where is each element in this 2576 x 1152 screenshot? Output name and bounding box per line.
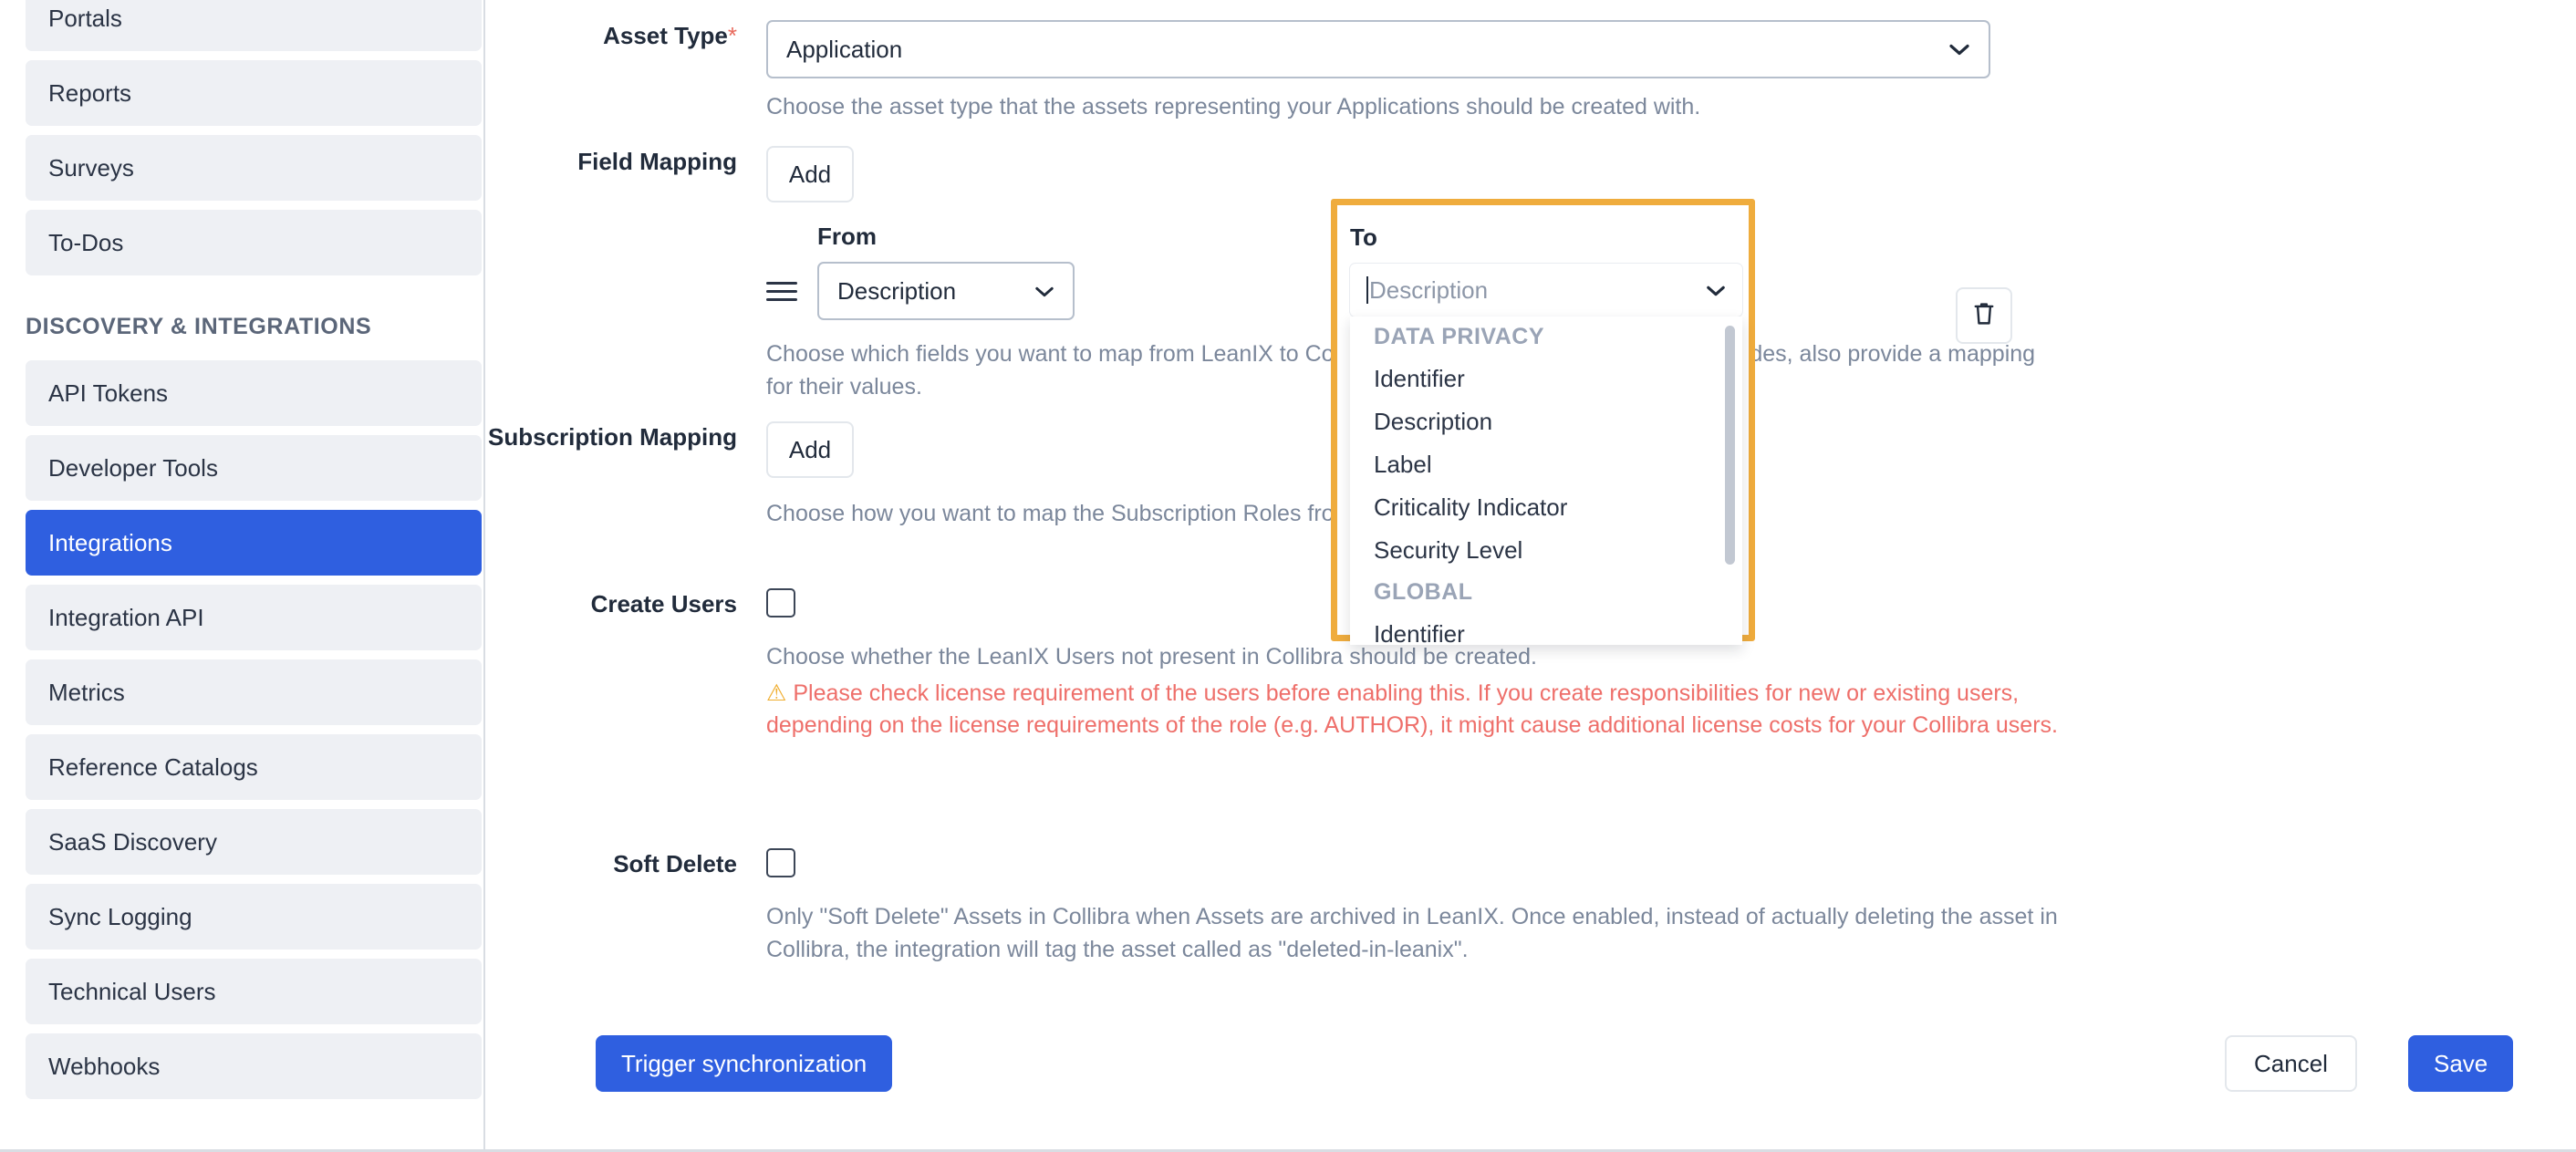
sidebar-item-portals[interactable]: Portals <box>26 0 482 51</box>
sidebar-item-metrics[interactable]: Metrics <box>26 659 482 725</box>
option-item[interactable]: Security Level <box>1350 529 1742 572</box>
create-users-helper: Choose whether the LeanIX Users not pres… <box>766 644 1537 669</box>
field-asset-type: Asset Type* Application Choose the asset… <box>485 20 2043 124</box>
sidebar-item-label: Reference Catalogs <box>48 752 258 781</box>
sidebar-item-label: SaaS Discovery <box>48 827 217 856</box>
sidebar-item-to-dos[interactable]: To-Dos <box>26 210 482 275</box>
field-mapping-add-button[interactable]: Add <box>766 146 854 202</box>
trash-icon <box>1971 300 1997 332</box>
option-group-heading: GLOBAL <box>1374 579 1473 605</box>
create-users-checkbox[interactable] <box>766 588 795 618</box>
to-dropdown-highlight: To Description DATA PRIVACY Identifier D… <box>1331 199 1755 645</box>
option-item[interactable]: Identifier <box>1350 613 1742 645</box>
sidebar-item-label: Technical Users <box>48 977 216 1005</box>
sidebar-item-label: Reports <box>48 78 132 107</box>
text-caret <box>1366 276 1368 304</box>
asset-type-select[interactable]: Application <box>766 20 1990 78</box>
soft-delete-body: Only "Soft Delete" Assets in Collibra wh… <box>766 848 2062 966</box>
sidebar-item-technical-users[interactable]: Technical Users <box>26 959 482 1024</box>
to-dropdown: To Description DATA PRIVACY Identifier D… <box>1350 223 1742 645</box>
option-item[interactable]: Criticality Indicator <box>1350 486 1742 529</box>
create-users-label: Create Users <box>590 590 737 618</box>
sidebar-item-integrations[interactable]: Integrations <box>26 510 482 576</box>
field-create-users: Create Users Choose whether the LeanIX U… <box>485 588 2062 742</box>
sidebar-item-reference-catalogs[interactable]: Reference Catalogs <box>26 734 482 800</box>
create-users-warning-text: Please check license requirement of the … <box>766 680 2058 739</box>
sidebar-item-sync-logging[interactable]: Sync Logging <box>26 884 482 950</box>
option-item[interactable]: Description <box>1350 400 1742 443</box>
warning-triangle-icon: ⚠ <box>766 680 787 706</box>
chevron-down-icon <box>1948 36 1970 64</box>
from-column-header: From <box>817 223 877 250</box>
cancel-button[interactable]: Cancel <box>2225 1035 2357 1092</box>
save-button[interactable]: Save <box>2408 1035 2514 1092</box>
sidebar-item-label: API Tokens <box>48 379 169 407</box>
drag-handle-icon[interactable] <box>766 281 797 301</box>
to-options-list[interactable]: DATA PRIVACY Identifier Description Labe… <box>1350 317 1742 645</box>
field-mapping-from-select[interactable]: Description <box>817 262 1075 320</box>
sidebar-item-label: Sync Logging <box>48 902 192 930</box>
sidebar-item-saas-discovery[interactable]: SaaS Discovery <box>26 809 482 875</box>
field-soft-delete: Soft Delete Only "Soft Delete" Assets in… <box>485 848 2062 966</box>
sidebar-item-surveys[interactable]: Surveys <box>26 135 482 201</box>
create-users-warning: ⚠ Please check license requirement of th… <box>766 678 2062 742</box>
to-combobox-input[interactable]: Description <box>1350 264 1742 317</box>
option-item[interactable]: Label <box>1350 443 1742 486</box>
to-column-header: To <box>1350 223 1377 251</box>
to-combobox-value: Description <box>1369 275 1489 304</box>
soft-delete-helper: Only "Soft Delete" Assets in Collibra wh… <box>766 904 2058 962</box>
chevron-down-icon <box>1034 277 1054 306</box>
sidebar-item-webhooks[interactable]: Webhooks <box>26 1033 482 1099</box>
soft-delete-checkbox[interactable] <box>766 848 795 877</box>
sidebar: Portals Reports Surveys To-Dos DISCOVERY… <box>0 0 485 1152</box>
field-subscription-mapping: Subscription Mapping Add Choose how you … <box>485 421 2049 531</box>
sidebar-item-label: Portals <box>48 4 122 32</box>
sidebar-item-label: Integration API <box>48 603 204 631</box>
sidebar-item-label: Surveys <box>48 153 134 182</box>
chevron-down-icon[interactable] <box>1706 276 1726 305</box>
field-field-mapping: Field Mapping Add From Description Choos… <box>485 146 2049 403</box>
asset-type-field: Application Choose the asset type that t… <box>766 20 2043 124</box>
required-asterisk: * <box>727 22 737 49</box>
soft-delete-label: Soft Delete <box>613 850 737 877</box>
sidebar-item-reports[interactable]: Reports <box>26 60 482 126</box>
sidebar-item-label: Integrations <box>48 528 172 556</box>
sidebar-section-title: DISCOVERY & INTEGRATIONS <box>26 314 372 339</box>
option-item[interactable]: Identifier <box>1350 358 1742 400</box>
integration-settings-page: Portals Reports Surveys To-Dos DISCOVERY… <box>0 0 2576 1152</box>
sidebar-item-label: To-Dos <box>48 228 124 256</box>
option-group-heading: DATA PRIVACY <box>1374 324 1545 349</box>
field-mapping-from-value: Description <box>837 276 957 305</box>
asset-type-label: Asset Type* <box>603 22 737 49</box>
delete-mapping-row-button[interactable] <box>1956 287 2012 344</box>
sidebar-item-api-tokens[interactable]: API Tokens <box>26 360 482 426</box>
subscription-mapping-label: Subscription Mapping <box>488 423 737 451</box>
asset-type-value: Application <box>786 35 903 63</box>
sidebar-item-developer-tools[interactable]: Developer Tools <box>26 435 482 501</box>
sidebar-item-integration-api[interactable]: Integration API <box>26 585 482 650</box>
options-scrollbar-thumb[interactable] <box>1725 326 1735 565</box>
sidebar-item-label: Developer Tools <box>48 453 218 482</box>
trigger-synchronization-button[interactable]: Trigger synchronization <box>596 1035 893 1092</box>
sidebar-item-label: Metrics <box>48 678 125 706</box>
sidebar-item-label: Webhooks <box>48 1052 161 1080</box>
asset-type-helper: Choose the asset type that the assets re… <box>766 94 1701 119</box>
field-mapping-label: Field Mapping <box>577 148 737 175</box>
subscription-mapping-add-button[interactable]: Add <box>766 421 854 478</box>
